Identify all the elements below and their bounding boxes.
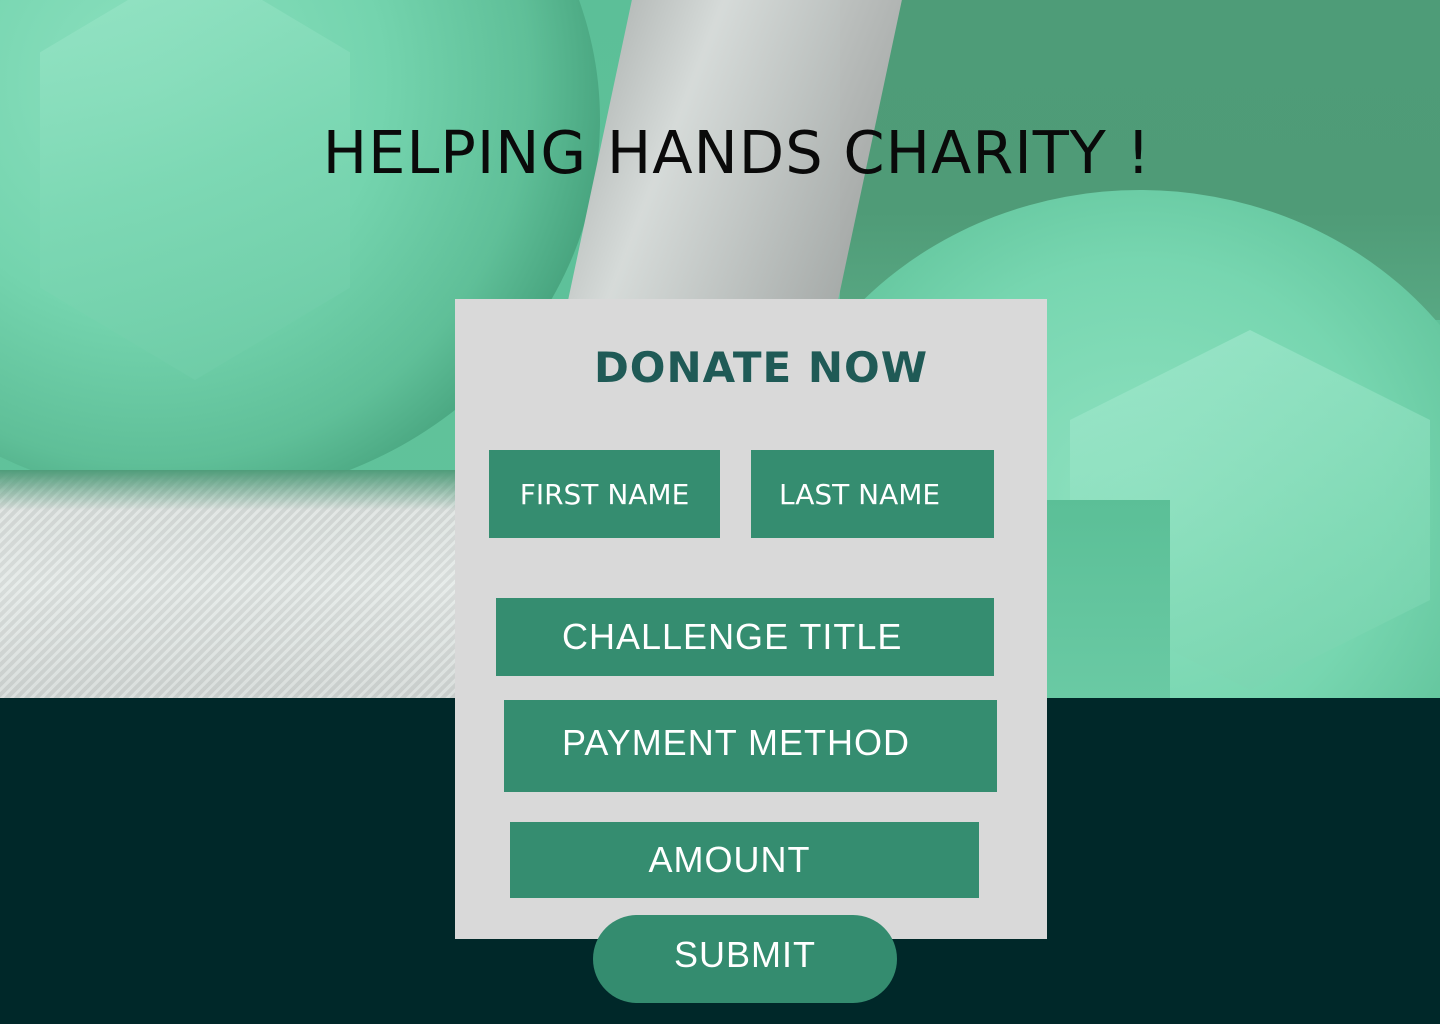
first-name-field[interactable]: FIRST NAME — [489, 450, 720, 538]
challenge-title-field[interactable]: CHALLENGE TITLE — [496, 598, 994, 676]
payment-method-field[interactable]: PAYMENT METHOD — [504, 700, 997, 792]
last-name-field-label: LAST NAME — [779, 477, 941, 511]
amount-field-label: AMOUNT — [648, 839, 811, 880]
hero-grey-pattern — [0, 470, 470, 698]
payment-method-field-label: PAYMENT METHOD — [562, 722, 911, 763]
amount-field[interactable]: AMOUNT — [510, 822, 979, 898]
donate-now-heading: DONATE NOW — [593, 343, 929, 392]
challenge-title-field-label: CHALLENGE TITLE — [562, 616, 903, 657]
last-name-field[interactable]: LAST NAME — [751, 450, 994, 538]
page-title: HELPING HANDS CHARITY ! — [322, 118, 1152, 187]
submit-button[interactable]: SUBMIT — [593, 915, 897, 1003]
first-name-field-label: FIRST NAME — [519, 477, 690, 511]
